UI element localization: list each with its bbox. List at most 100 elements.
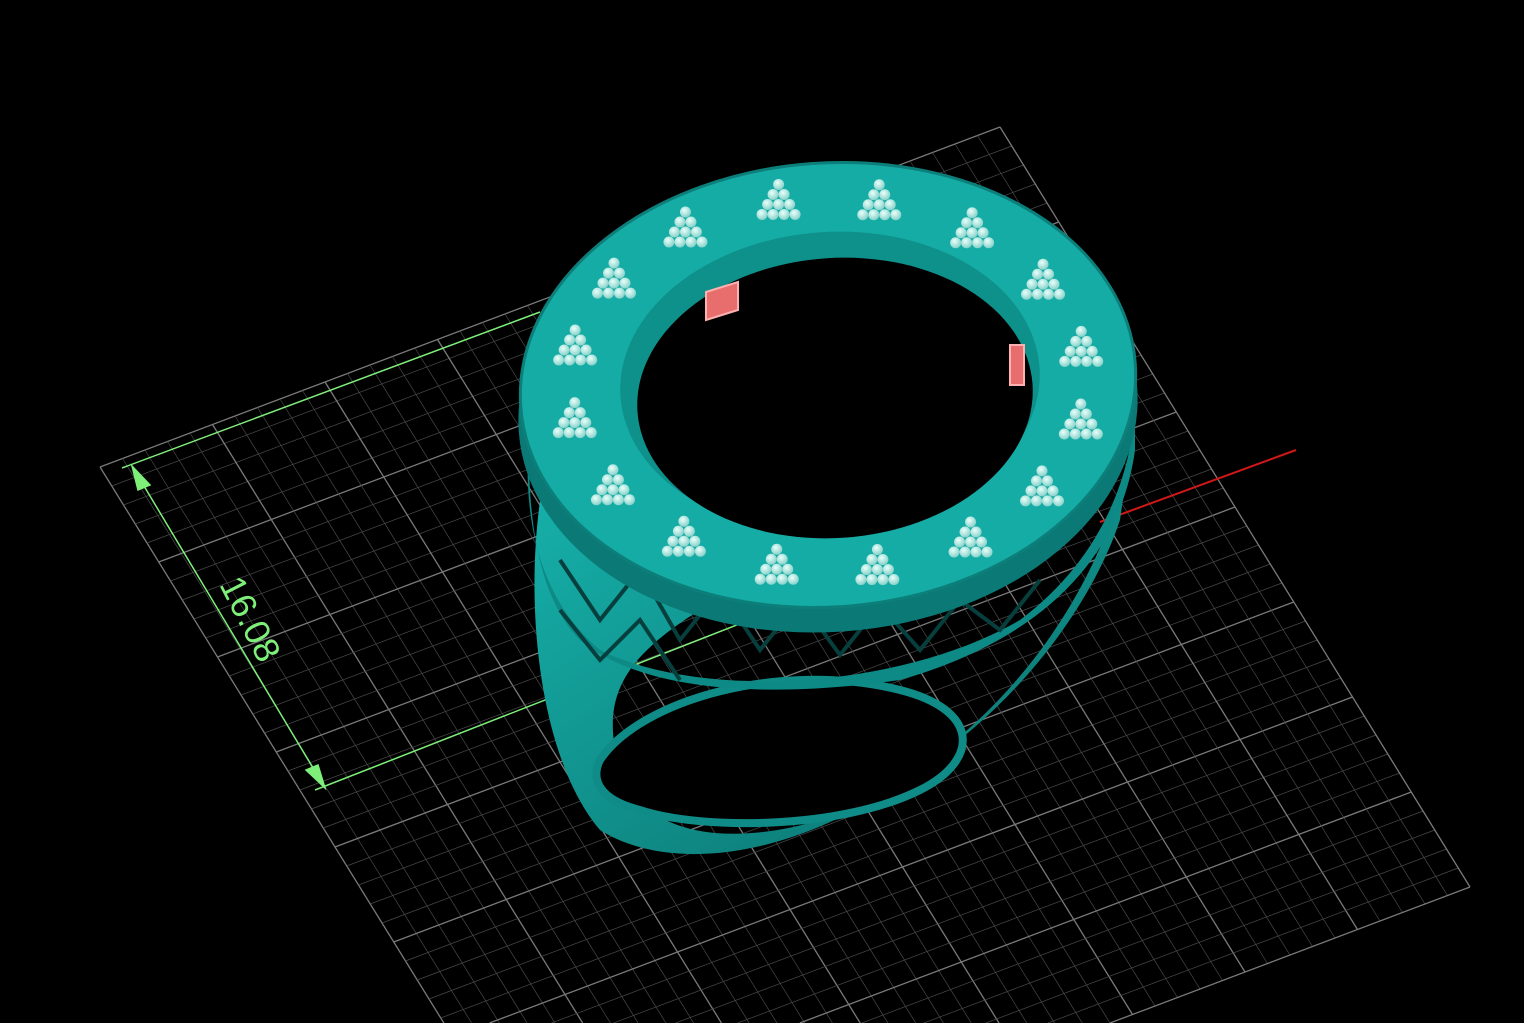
grid-line [923,829,1435,1023]
pave-stone [590,494,602,506]
grid-line [99,466,445,1023]
pave-stone [868,189,880,201]
pave-stone [970,526,982,538]
pave-stone [683,525,695,537]
pave-stone [685,236,697,248]
pave-stone [1069,408,1081,420]
pave-stone [778,188,790,200]
pave-stone [1091,428,1103,440]
pave-stone [879,209,891,221]
pave-stone [1048,278,1060,290]
pave-stone [972,237,984,249]
pave-stone [972,217,984,229]
pave-stone [601,474,613,486]
pave-stone [754,573,766,585]
pave-stone [1081,355,1093,367]
arrow-head-icon [304,763,327,791]
pave-stone [608,257,620,269]
pave-stone [679,226,691,238]
pave-stone [773,198,785,210]
pave-stone [1070,355,1082,367]
pave-stone [959,526,971,538]
pave-stone [674,236,686,248]
pave-stone [787,573,799,585]
pave-stone [866,554,878,566]
pave-stone [603,287,615,299]
grid-line [211,424,584,1023]
pave-stone [1047,485,1059,497]
pave-stone [592,287,604,299]
pave-stone [1080,408,1092,420]
pave-stone [580,344,592,356]
pave-stone [1043,288,1055,300]
ring-model[interactable] [503,142,1152,855]
pave-stone [966,207,978,219]
scene [99,126,1471,1023]
pave-stone [765,553,777,565]
pave-stone [672,525,684,537]
pave-stone [1036,465,1048,477]
pave-stone [784,198,796,210]
pave-stone [771,543,783,555]
pave-stone [564,354,576,366]
pave-stone [663,236,675,248]
pave-stone [696,236,708,248]
pave-stone [976,536,988,548]
pave-stone [586,354,598,366]
pave-stone [1019,495,1031,507]
cad-3d-viewport[interactable]: 16.08 [0,0,1524,1023]
grid-line [799,791,1412,1023]
pave-stone [862,199,874,211]
pave-stone [569,417,581,429]
pave-stone [574,427,586,439]
pave-stone [603,267,615,279]
pave-stone [1069,428,1081,440]
pave-stone [1075,398,1087,410]
pave-stone [1032,268,1044,280]
pave-stone [965,536,977,548]
pave-stone [690,226,702,238]
pave-stone [782,563,794,575]
pave-stone [868,209,880,221]
pave-stone [661,545,673,557]
pave-stone [607,484,619,496]
pave-stone [1030,475,1042,487]
pave-stone [981,546,993,558]
pave-stone [873,199,885,211]
pave-stone [1081,335,1093,347]
pave-stone [553,354,565,366]
pave-stone [558,344,570,356]
grid-line [985,848,1447,1023]
pave-stone [950,237,962,249]
pave-stone [871,564,883,576]
pave-stone [601,494,613,506]
pave-stone [1025,485,1037,497]
pave-stone [678,535,690,547]
pave-stone [1032,288,1044,300]
pave-stone [789,208,801,220]
pave-stone [961,217,973,229]
pave-stone [1037,278,1049,290]
pave-stone [607,464,619,476]
pave-stone [1043,268,1055,280]
pave-stone [767,188,779,200]
pave-stone [667,535,679,547]
pave-stone [614,287,626,299]
pave-stone [564,334,576,346]
pave-stone [776,573,788,585]
pave-stone [879,189,891,201]
grid-line [1047,867,1459,1023]
pave-stone [612,494,624,506]
pave-stone [866,574,878,586]
pave-stone [1080,428,1092,440]
pave-stone [860,564,872,576]
pave-stone [674,216,686,228]
pave-stone [760,563,772,575]
pave-stone [873,179,885,191]
pave-stone [1086,418,1098,430]
pave-stone [762,198,774,210]
pave-stone [773,178,785,190]
pave-stone [1086,345,1098,357]
pave-stone [614,267,626,279]
pave-stone [1026,278,1038,290]
